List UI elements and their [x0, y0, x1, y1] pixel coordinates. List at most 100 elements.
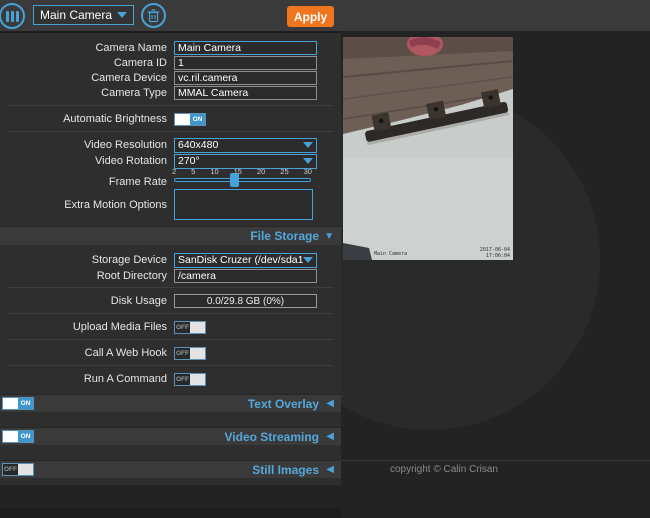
- settings-panel: Camera Name Camera ID Camera Device Came…: [0, 31, 341, 518]
- toggle-knob: [175, 113, 190, 125]
- menu-bars-glyph: [5, 10, 19, 22]
- video-streaming-title: Video Streaming: [224, 429, 319, 444]
- video-resolution-row: Video Resolution 640x480: [0, 137, 341, 153]
- toggle-state: OFF: [175, 321, 190, 333]
- camera-device-row: Camera Device: [0, 71, 341, 85]
- toggle-state: ON: [190, 113, 205, 125]
- disk-usage-label: Disk Usage: [110, 295, 167, 307]
- automatic-brightness-label: Automatic Brightness: [63, 113, 167, 125]
- call-a-web-hook-row: Call A Web Hook OFF: [0, 346, 341, 360]
- camera-feed[interactable]: Main Camera 2017-06-04 17:06:04: [342, 32, 514, 260]
- video-streaming-toggle[interactable]: ON: [2, 430, 34, 443]
- run-a-command-row: Run A Command OFF: [0, 372, 341, 386]
- video-resolution-label: Video Resolution: [84, 139, 167, 151]
- section-collapsed-icon: ◀: [326, 398, 334, 409]
- chevron-down-icon: [303, 158, 313, 164]
- video-streaming-section-header[interactable]: ON Video Streaming ◀: [0, 427, 341, 445]
- disk-usage-meter: 0.0/29.8 GB (0%): [174, 294, 317, 308]
- copyright-text: copyright © Calin Crisan: [390, 464, 498, 475]
- toggle-state: OFF: [3, 464, 18, 475]
- toggle-state: OFF: [175, 347, 190, 359]
- camera-type-label: Camera Type: [101, 87, 167, 99]
- toggle-knob: [3, 431, 18, 442]
- extra-motion-options-textarea[interactable]: [174, 189, 313, 220]
- video-resolution-value: 640x480: [178, 139, 219, 151]
- run-a-command-label: Run A Command: [83, 373, 167, 385]
- camera-select-dropdown[interactable]: Main Camera: [33, 5, 134, 25]
- video-rotation-label: Video Rotation: [95, 155, 167, 167]
- toggle-state: ON: [18, 431, 33, 442]
- disk-usage-row: Disk Usage 0.0/29.8 GB (0%): [0, 294, 341, 308]
- camera-type-row: Camera Type: [0, 86, 341, 100]
- text-overlay-section-header[interactable]: ON Text Overlay ◀: [0, 394, 341, 412]
- frame-rate-slider-track[interactable]: [174, 178, 311, 182]
- camera-feed-image: Main Camera 2017-06-04 17:06:04: [342, 32, 514, 260]
- toggle-state: ON: [18, 398, 33, 409]
- frame-rate-ticks: 2 5 10 15 20 25 30: [172, 167, 312, 176]
- storage-device-row: Storage Device SanDisk Cruzer (/dev/sda1…: [0, 252, 341, 268]
- root-directory-row: Root Directory: [0, 269, 341, 283]
- camera-device-input[interactable]: [174, 71, 317, 85]
- separator: [8, 339, 333, 340]
- section-collapsed-icon: ◀: [326, 464, 334, 475]
- file-storage-title: File Storage: [250, 229, 319, 243]
- toggle-knob: [190, 373, 205, 385]
- video-rotation-value: 270°: [178, 155, 200, 167]
- top-bar: Main Camera Apply: [0, 0, 650, 31]
- frame-rate-label: Frame Rate: [108, 176, 167, 188]
- upload-media-files-label: Upload Media Files: [72, 321, 167, 333]
- storage-device-label: Storage Device: [91, 254, 167, 266]
- run-a-command-toggle[interactable]: OFF: [174, 372, 206, 386]
- camera-select-value: Main Camera: [40, 8, 113, 22]
- still-images-title: Still Images: [252, 462, 319, 477]
- upload-media-files-row: Upload Media Files OFF: [0, 320, 341, 334]
- chevron-down-icon: [117, 12, 127, 18]
- overlay-camera-name: Main Camera: [374, 251, 407, 257]
- extra-motion-options-label: Extra Motion Options: [64, 199, 167, 211]
- call-a-web-hook-toggle[interactable]: OFF: [174, 346, 206, 360]
- root-directory-input[interactable]: [174, 269, 317, 283]
- toggle-state: OFF: [175, 373, 190, 385]
- text-overlay-title: Text Overlay: [247, 396, 319, 411]
- still-images-section-header[interactable]: OFF Still Images ◀: [0, 460, 341, 478]
- chevron-down-icon: [303, 142, 313, 148]
- camera-id-row: Camera ID: [0, 56, 341, 70]
- camera-name-label: Camera Name: [95, 42, 167, 54]
- bottom-strip: [0, 508, 341, 518]
- camera-device-label: Camera Device: [91, 72, 167, 84]
- section-collapsed-icon: ◀: [326, 431, 334, 442]
- automatic-brightness-row: Automatic Brightness ON: [0, 112, 341, 126]
- camera-id-input[interactable]: [174, 56, 317, 70]
- text-overlay-toggle[interactable]: ON: [2, 397, 34, 410]
- toggle-knob: [190, 321, 205, 333]
- camera-preview-panel: Main Camera 2017-06-04 17:06:04 copyrigh…: [341, 31, 650, 485]
- upload-media-files-toggle[interactable]: OFF: [174, 320, 206, 334]
- frame-rate-slider-handle[interactable]: [230, 173, 239, 187]
- footer: copyright © Calin Crisan: [341, 460, 650, 475]
- separator: [8, 105, 333, 106]
- separator: [8, 287, 333, 288]
- apply-button[interactable]: Apply: [287, 6, 334, 27]
- storage-device-value: SanDisk Cruzer (/dev/sda1): [178, 254, 303, 266]
- call-a-web-hook-label: Call A Web Hook: [84, 347, 167, 359]
- camera-id-label: Camera ID: [113, 57, 167, 69]
- toggle-knob: [3, 398, 18, 409]
- root-directory-label: Root Directory: [96, 270, 167, 282]
- file-storage-section-header[interactable]: File Storage ▼: [0, 226, 341, 245]
- separator: [8, 365, 333, 366]
- chevron-down-icon: [303, 257, 313, 263]
- toggle-knob: [190, 347, 205, 359]
- video-resolution-dropdown[interactable]: 640x480: [174, 137, 317, 153]
- menu-icon[interactable]: [0, 3, 25, 29]
- separator: [8, 131, 333, 132]
- camera-name-input[interactable]: [174, 41, 317, 55]
- separator: [8, 313, 333, 314]
- video-rotation-row: Video Rotation 270°: [0, 153, 341, 169]
- camera-type-input[interactable]: [174, 86, 317, 100]
- toggle-knob: [18, 464, 33, 475]
- still-images-toggle[interactable]: OFF: [2, 463, 34, 476]
- automatic-brightness-toggle[interactable]: ON: [174, 112, 206, 126]
- trash-icon[interactable]: [141, 3, 166, 28]
- storage-device-dropdown[interactable]: SanDisk Cruzer (/dev/sda1): [174, 252, 317, 268]
- overlay-time: 17:06:04: [486, 253, 510, 259]
